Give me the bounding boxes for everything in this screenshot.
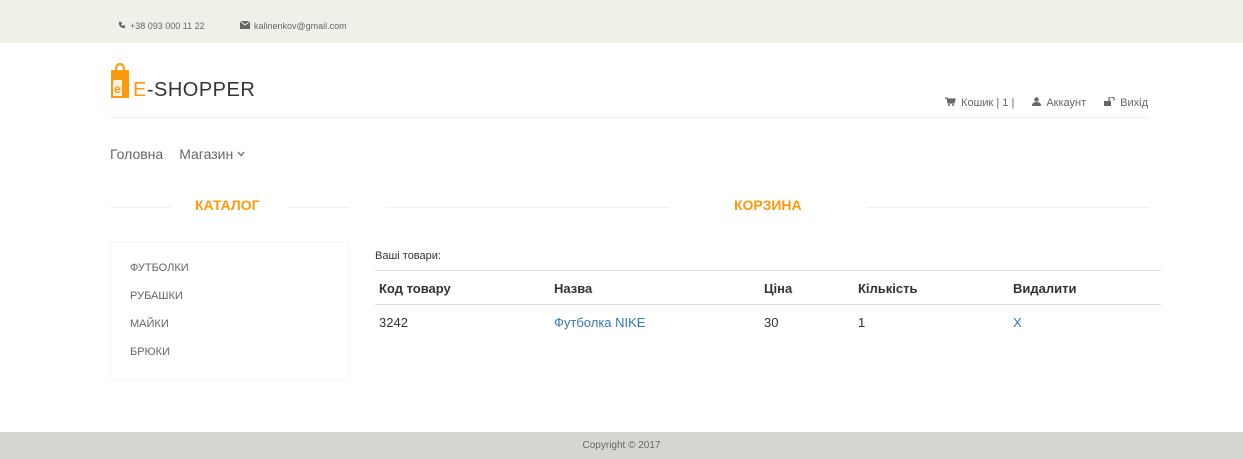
nav-item-shop-label: Магазин (179, 146, 234, 162)
cart-title-line-right (867, 207, 1148, 208)
envelope-icon (239, 20, 251, 31)
product-link[interactable]: Футболка NIKE (554, 315, 645, 330)
cart-table-header: Код товару Назва Ціна Кількість Видалити (375, 270, 1161, 305)
cart-title: КОРЗИНА (734, 197, 802, 213)
remove-item-button[interactable]: X (1013, 315, 1022, 330)
catalog-item[interactable]: ФУТБОЛКИ (130, 261, 348, 289)
column-header-code: Код товару (375, 270, 550, 305)
cell-remove: X (1009, 305, 1161, 339)
header-links: Кошик | 1 | Аккаунт Вихід (945, 96, 1148, 109)
cart-link[interactable]: Кошик | 1 | (945, 97, 1014, 109)
cart-link-label: Кошик | 1 | (961, 97, 1015, 109)
account-link[interactable]: Аккаунт (1032, 97, 1086, 109)
header: e E-SHOPPER Кошик | 1 | Аккаунт Вихід (110, 60, 1148, 118)
main-nav: Головна Магазин (110, 146, 245, 162)
column-header-price: Ціна (760, 270, 854, 305)
catalog-title-line-left (110, 207, 171, 208)
unlock-icon (1104, 96, 1115, 109)
svg-text:e: e (114, 82, 121, 96)
cart-icon (945, 97, 956, 109)
catalog-item[interactable]: МАЙКИ (130, 317, 348, 345)
logo-text-rest: -SHOPPER (146, 79, 256, 101)
catalog-item[interactable]: РУБАШКИ (130, 289, 348, 317)
logo-text-prefix: E (133, 79, 147, 101)
catalog-title-line-right (288, 207, 349, 208)
phone-text: +38 093 000 11 22 (130, 21, 205, 31)
catalog-title: КАТАЛОГ (195, 197, 260, 213)
account-link-label: Аккаунт (1046, 97, 1087, 109)
catalog-list: ФУТБОЛКИ РУБАШКИ МАЙКИ БРЮКИ (110, 242, 349, 380)
nav-item-home[interactable]: Головна (110, 146, 163, 162)
cell-quantity: 1 (858, 315, 866, 330)
catalog-item[interactable]: БРЮКИ (130, 345, 348, 373)
column-header-name: Назва (550, 270, 760, 305)
table-row: 3242 Футболка NIKE 30 1 X (375, 305, 1161, 339)
phone-icon (118, 21, 126, 31)
logout-link[interactable]: Вихід (1104, 96, 1148, 109)
nav-item-shop[interactable]: Магазин (179, 146, 245, 162)
logo-text: E-SHOPPER (133, 79, 255, 102)
cell-price: 30 (764, 315, 779, 330)
cell-code: 3242 (379, 315, 408, 330)
shopping-bag-logo-icon: e (110, 60, 130, 105)
phone-contact[interactable]: +38 093 000 11 22 (118, 21, 205, 31)
email-text: kalinenkov@gmail.com (254, 21, 347, 31)
chevron-down-icon (237, 151, 245, 157)
user-icon (1032, 97, 1042, 109)
column-header-quantity: Кількість (854, 270, 1009, 305)
footer: Copyright © 2017 (0, 432, 1243, 459)
copyright-text: Copyright © 2017 (582, 440, 661, 451)
column-header-remove: Видалити (1009, 270, 1161, 305)
logout-link-label: Вихід (1120, 97, 1148, 109)
cart-intro: Ваші товари: (375, 250, 441, 262)
cart-table: Код товару Назва Ціна Кількість Видалити… (375, 270, 1161, 338)
logo[interactable]: e E-SHOPPER (110, 60, 255, 105)
top-bar: +38 093 000 11 22 kalinenkov@gmail.com (0, 0, 1243, 43)
cart-title-line-left (386, 207, 668, 208)
cell-name: Футболка NIKE (550, 305, 760, 339)
email-contact[interactable]: kalinenkov@gmail.com (239, 20, 347, 31)
